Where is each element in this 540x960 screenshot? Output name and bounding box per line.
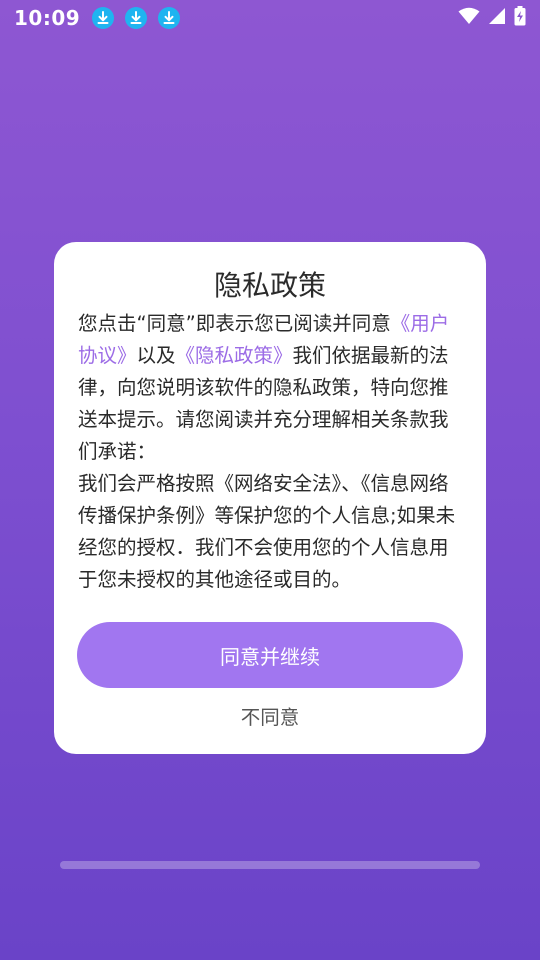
dialog-title: 隐私政策 [213, 269, 326, 302]
status-bar: 10:09 [0, 0, 540, 36]
download-icon [92, 7, 115, 29]
signal-icon [488, 7, 506, 29]
battery-charging-icon [514, 6, 526, 30]
body-text: 以及 [136, 344, 176, 367]
status-time: 10:09 [14, 6, 81, 30]
agree-continue-button[interactable]: 同意并继续 [77, 622, 463, 688]
status-icons [458, 6, 526, 30]
privacy-dialog: 隐私政策 您点击“同意”即表示您已阅读并同意《用户协议》以及《隐私政策》我们依据… [54, 242, 486, 754]
home-indicator [60, 861, 480, 869]
body-text: 我们会严格按照《网络安全法》、《信息网络传播保护条例》等保护您的个人信息;如果未… [78, 472, 456, 591]
body-text: 您点击“同意”即表示您已阅读并同意 [78, 312, 391, 335]
disagree-button[interactable]: 不同意 [54, 700, 486, 736]
download-icon [158, 7, 181, 29]
privacy-policy-link[interactable]: 《隐私政策》 [176, 344, 293, 367]
wifi-icon [458, 7, 480, 29]
download-icon [125, 7, 148, 29]
dialog-body: 您点击“同意”即表示您已阅读并同意《用户协议》以及《隐私政策》我们依据最新的法律… [78, 308, 462, 596]
